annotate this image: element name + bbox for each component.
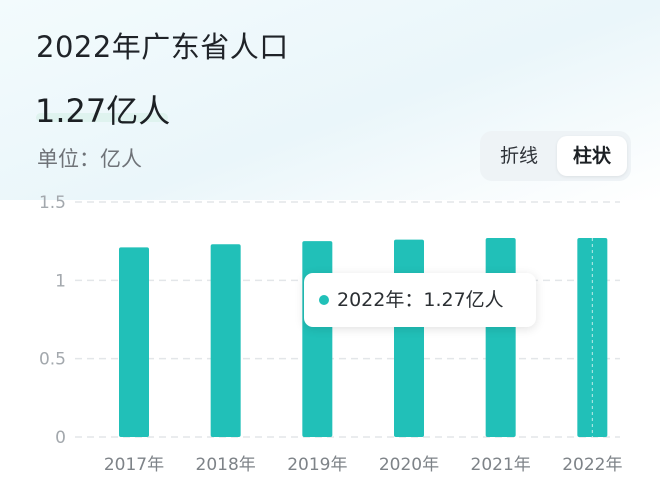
y-tick-label: 1: [55, 271, 66, 291]
bar-4: [485, 238, 516, 437]
tooltip-series-dot: [319, 295, 329, 305]
x-tick-label: 2017年: [104, 455, 164, 475]
bar-0: [119, 247, 149, 437]
bar-1: [210, 244, 241, 437]
x-tick-label: 2020年: [379, 455, 439, 475]
bar-3: [394, 239, 424, 437]
y-tick-label: 1.5: [39, 193, 66, 213]
y-tick-label: 0.5: [39, 350, 66, 370]
x-tick-label: 2019年: [287, 455, 347, 475]
x-tick-label: 2018年: [196, 455, 256, 475]
x-tick-label: 2022年: [562, 455, 622, 475]
x-tick-label: 2021年: [471, 455, 531, 475]
chart-tooltip: 2022年：1.27亿人: [304, 273, 536, 327]
bar-chart: 0 0.5 1 1.5 2017年 2018年 2019年 2020年 2021年 2022年: [39, 193, 623, 475]
bar-2: [302, 241, 333, 437]
tooltip-text: 2022年：1.27亿人: [337, 289, 504, 311]
y-tick-label: 0: [55, 428, 66, 448]
